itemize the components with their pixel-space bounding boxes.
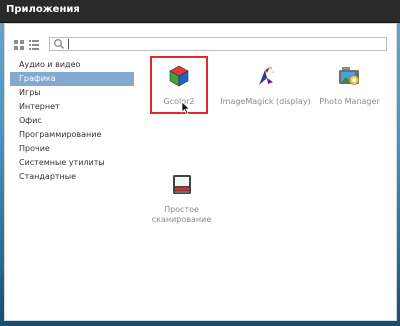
category-games[interactable]: Игры bbox=[10, 86, 134, 100]
window-title: Приложения bbox=[6, 4, 80, 15]
app-gcolor2[interactable]: Gcolor2 bbox=[150, 56, 208, 114]
category-office[interactable]: Офис bbox=[10, 114, 134, 128]
search-input[interactable] bbox=[68, 39, 369, 49]
category-other[interactable]: Прочие bbox=[10, 142, 134, 156]
app-imagemagick[interactable]: ImageMagick (display) bbox=[218, 64, 313, 107]
app-label: ImageMagick (display) bbox=[220, 97, 311, 106]
category-graphics[interactable]: Графика bbox=[10, 72, 134, 86]
category-list: Аудио и видео Графика Игры Интернет Офис… bbox=[10, 58, 134, 184]
imagemagick-wizard-icon bbox=[258, 67, 274, 85]
photo-manager-icon bbox=[338, 67, 359, 85]
app-grid: Gcolor2 ImageMagick (display) Photo Mana… bbox=[134, 56, 397, 320]
mouse-pointer-icon bbox=[181, 101, 191, 115]
icon-view-button[interactable] bbox=[13, 39, 25, 51]
toolbar bbox=[13, 37, 388, 53]
category-accessories[interactable]: Стандартные bbox=[10, 170, 134, 184]
category-programming[interactable]: Программирование bbox=[10, 128, 134, 142]
category-system-tools[interactable]: Системные утилиты bbox=[10, 156, 134, 170]
scanner-icon bbox=[172, 175, 191, 194]
category-internet[interactable]: Интернет bbox=[10, 100, 134, 114]
app-label: Photo Manager bbox=[319, 97, 380, 106]
search-box[interactable] bbox=[49, 37, 387, 51]
search-icon bbox=[54, 39, 65, 50]
app-label: Gcolor2 bbox=[163, 97, 195, 106]
app-photo-manager[interactable]: Photo Manager bbox=[302, 64, 397, 107]
gcolor2-cube-icon bbox=[169, 65, 189, 87]
app-simple-scan[interactable]: Простое сканирование bbox=[134, 172, 229, 225]
app-label: Простое сканирование bbox=[151, 205, 212, 224]
list-view-icon bbox=[29, 40, 39, 50]
grid-view-icon bbox=[14, 40, 24, 50]
list-view-button[interactable] bbox=[28, 39, 40, 51]
category-audio-video[interactable]: Аудио и видео bbox=[10, 58, 134, 72]
applications-window: Аудио и видео Графика Игры Интернет Офис… bbox=[4, 23, 397, 321]
title-bar: Приложения bbox=[0, 0, 400, 23]
